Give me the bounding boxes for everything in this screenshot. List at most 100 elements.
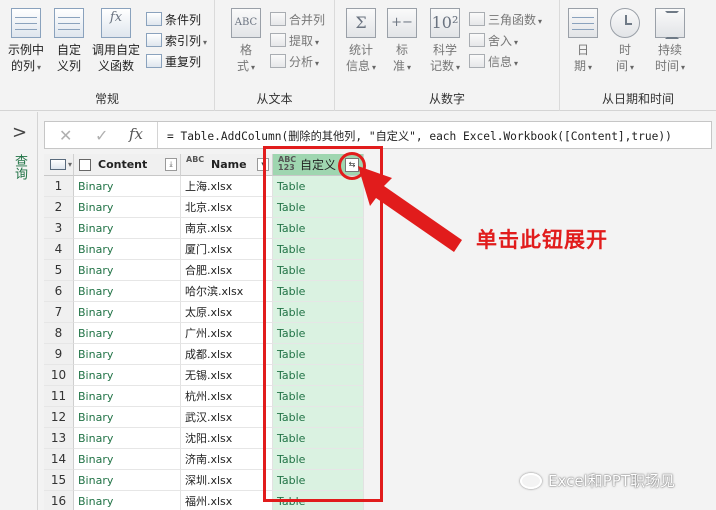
cell-content[interactable]: Binary bbox=[74, 302, 181, 323]
cell-content[interactable]: Binary bbox=[74, 365, 181, 386]
merge-columns-button[interactable]: 合并列 bbox=[270, 10, 325, 30]
duplicate-column-button[interactable]: 重复列 bbox=[146, 52, 201, 72]
expand-sidebar-icon[interactable]: > bbox=[12, 122, 27, 143]
binary-type-icon[interactable] bbox=[79, 159, 91, 171]
row-number[interactable]: 3 bbox=[44, 218, 74, 239]
parse-button[interactable]: 分析 ▾ bbox=[270, 52, 319, 72]
cell-content[interactable]: Binary bbox=[74, 260, 181, 281]
format-button[interactable]: ABC 格 式 ▾ bbox=[229, 8, 263, 76]
row-number[interactable]: 7 bbox=[44, 302, 74, 323]
button-label: 准 bbox=[392, 59, 405, 73]
cell-content[interactable]: Binary bbox=[74, 281, 181, 302]
button-label: 格 bbox=[239, 43, 252, 57]
custom-column-button[interactable]: 自定 义列 bbox=[52, 8, 86, 74]
row-number[interactable]: 8 bbox=[44, 323, 74, 344]
cell-name[interactable]: 深圳.xlsx bbox=[181, 470, 273, 491]
button-label: 索引列 bbox=[165, 34, 202, 48]
cell-name[interactable]: 北京.xlsx bbox=[181, 197, 273, 218]
cell-name[interactable]: 上海.xlsx bbox=[181, 176, 273, 197]
time-button[interactable]: 时 间 ▾ bbox=[608, 8, 642, 76]
cell-content[interactable]: Binary bbox=[74, 344, 181, 365]
number-info-button[interactable]: 信息 ▾ bbox=[469, 52, 518, 72]
row-number[interactable]: 10 bbox=[44, 365, 74, 386]
table-menu-button[interactable]: ▾ bbox=[44, 154, 74, 176]
trigonometry-button[interactable]: 三角函数 ▾ bbox=[469, 10, 542, 30]
confirm-icon[interactable]: ✓ bbox=[95, 126, 108, 145]
extract-abc123-icon bbox=[270, 33, 286, 47]
row-number[interactable]: 12 bbox=[44, 407, 74, 428]
fx-icon[interactable]: fx bbox=[129, 125, 143, 143]
cell-content[interactable]: Binary bbox=[74, 491, 181, 510]
operators-icon: +− bbox=[387, 8, 417, 38]
scientific-button[interactable]: 10² 科学 记数 ▾ bbox=[425, 8, 465, 76]
row-number[interactable]: 6 bbox=[44, 281, 74, 302]
cell-name[interactable]: 南京.xlsx bbox=[181, 218, 273, 239]
row-number[interactable]: 4 bbox=[44, 239, 74, 260]
cell-content[interactable]: Binary bbox=[74, 218, 181, 239]
column-header-name[interactable]: ABC Name ▾ bbox=[181, 154, 273, 176]
row-number[interactable]: 16 bbox=[44, 491, 74, 510]
row-number[interactable]: 2 bbox=[44, 197, 74, 218]
button-label: 义函数 bbox=[97, 59, 134, 73]
calendar-icon bbox=[568, 8, 598, 38]
duration-button[interactable]: 持续 时间 ▾ bbox=[648, 8, 692, 76]
standard-button[interactable]: +− 标 准 ▾ bbox=[385, 8, 419, 76]
row-number[interactable]: 11 bbox=[44, 386, 74, 407]
row-number[interactable]: 1 bbox=[44, 176, 74, 197]
cell-content[interactable]: Binary bbox=[74, 449, 181, 470]
conditional-column-button[interactable]: 条件列 bbox=[146, 10, 201, 30]
row-number[interactable]: 9 bbox=[44, 344, 74, 365]
button-label: 间 bbox=[615, 59, 628, 73]
table-icon bbox=[50, 159, 66, 170]
column-header-content[interactable]: Content ⤓ bbox=[74, 154, 181, 176]
row-number[interactable]: 5 bbox=[44, 260, 74, 281]
group-label: 从日期和时间 bbox=[601, 92, 674, 106]
cell-name[interactable]: 哈尔滨.xlsx bbox=[181, 281, 273, 302]
cell-name[interactable]: 武汉.xlsx bbox=[181, 407, 273, 428]
chevron-down-icon: ▾ bbox=[456, 63, 461, 72]
cell-name[interactable]: 无锡.xlsx bbox=[181, 365, 273, 386]
row-number[interactable]: 15 bbox=[44, 470, 74, 491]
cell-name[interactable]: 合肥.xlsx bbox=[181, 260, 273, 281]
cell-content[interactable]: Binary bbox=[74, 407, 181, 428]
cell-name[interactable]: 厦门.xlsx bbox=[181, 239, 273, 260]
cell-content[interactable]: Binary bbox=[74, 428, 181, 449]
column-from-examples-button[interactable]: 示例中 的列 ▾ bbox=[4, 8, 48, 76]
arrow-icon bbox=[358, 166, 462, 252]
statistics-button[interactable]: Σ 统计 信息 ▾ bbox=[343, 8, 379, 76]
cell-content[interactable]: Binary bbox=[74, 239, 181, 260]
row-number[interactable]: 13 bbox=[44, 428, 74, 449]
chevron-down-icon: ▾ bbox=[588, 63, 593, 72]
button-label: 重复列 bbox=[165, 55, 202, 69]
group-label: 从文本 bbox=[256, 92, 293, 106]
button-label: 舍入 bbox=[488, 34, 513, 48]
cell-name[interactable]: 沈阳.xlsx bbox=[181, 428, 273, 449]
text-type-icon[interactable]: ABC bbox=[186, 156, 204, 164]
cell-content[interactable]: Binary bbox=[74, 323, 181, 344]
cell-content[interactable]: Binary bbox=[74, 176, 181, 197]
cell-name[interactable]: 成都.xlsx bbox=[181, 344, 273, 365]
date-button[interactable]: 日 期 ▾ bbox=[566, 8, 600, 76]
row-number[interactable]: 14 bbox=[44, 449, 74, 470]
button-label: 提取 bbox=[289, 34, 314, 48]
cell-name[interactable]: 福州.xlsx bbox=[181, 491, 273, 510]
chevron-down-icon: ▾ bbox=[251, 63, 256, 72]
index-column-button[interactable]: 索引列 ▾ bbox=[146, 31, 207, 51]
parse-icon bbox=[270, 54, 286, 68]
cell-name[interactable]: 广州.xlsx bbox=[181, 323, 273, 344]
download-icon[interactable]: ⤓ bbox=[165, 158, 177, 171]
cell-content[interactable]: Binary bbox=[74, 386, 181, 407]
cell-name[interactable]: 杭州.xlsx bbox=[181, 386, 273, 407]
cancel-icon[interactable]: ✕ bbox=[59, 126, 72, 145]
formula-input[interactable]: = Table.AddColumn(删除的其他列, "自定义", each Ex… bbox=[167, 128, 672, 144]
button-label: 时间 bbox=[654, 59, 679, 73]
group-label: 常规 bbox=[94, 92, 119, 106]
cell-name[interactable]: 太原.xlsx bbox=[181, 302, 273, 323]
extract-button[interactable]: 提取 ▾ bbox=[270, 31, 319, 51]
cell-content[interactable]: Binary bbox=[74, 470, 181, 491]
cell-content[interactable]: Binary bbox=[74, 197, 181, 218]
rounding-button[interactable]: 舍入 ▾ bbox=[469, 31, 518, 51]
cell-name[interactable]: 济南.xlsx bbox=[181, 449, 273, 470]
queries-label[interactable]: 查询 bbox=[10, 154, 29, 180]
invoke-custom-function-button[interactable]: fx 调用自定 义函数 bbox=[88, 8, 144, 74]
